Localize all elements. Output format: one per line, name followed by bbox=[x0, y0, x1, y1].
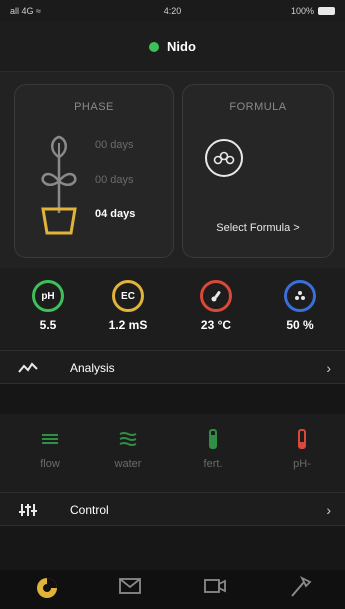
water-label: water bbox=[114, 458, 142, 470]
tab-dashboard[interactable] bbox=[27, 576, 67, 602]
phase-stage-flower: 00 days bbox=[95, 139, 134, 151]
phase-stage-vegetative: 00 days bbox=[95, 174, 134, 186]
status-bar: all 4G ≈ 4:20 100% bbox=[0, 0, 345, 22]
control-row[interactable]: Control › bbox=[0, 492, 345, 526]
tab-tools[interactable] bbox=[280, 576, 320, 602]
tab-bar bbox=[0, 570, 345, 609]
sensor-readings: pH 5.5 EC 1.2 mS 23 °C 50 % bbox=[0, 268, 345, 348]
select-formula-link[interactable]: Select Formula > bbox=[183, 222, 333, 234]
tools-icon bbox=[291, 576, 312, 597]
overview-cards: PHASE 00 days 00 days 04 days FORMULA Se… bbox=[0, 72, 345, 268]
ph-minus-icon bbox=[274, 428, 330, 450]
actuator-fertilizer[interactable]: fert. bbox=[185, 428, 241, 470]
device-header[interactable]: Nido bbox=[0, 22, 345, 72]
ph-minus-label: pH- bbox=[293, 458, 311, 470]
analysis-row[interactable]: Analysis › bbox=[0, 350, 345, 384]
section-spacer bbox=[0, 384, 345, 414]
sensor-temperature[interactable]: 23 °C bbox=[186, 280, 246, 332]
bottom-spacer bbox=[0, 526, 345, 570]
plant-growth-icon bbox=[41, 135, 77, 235]
trend-line-icon bbox=[18, 362, 38, 373]
sliders-icon bbox=[19, 504, 37, 516]
chevron-right-icon: › bbox=[326, 360, 331, 376]
battery-icon bbox=[318, 7, 335, 15]
sensor-ph[interactable]: pH 5.5 bbox=[18, 280, 78, 332]
thermometer-icon bbox=[200, 280, 232, 312]
sensor-ec[interactable]: EC 1.2 mS bbox=[98, 280, 158, 332]
tab-messages[interactable] bbox=[110, 576, 150, 602]
actuator-status: flow water fert. pH- bbox=[0, 414, 345, 492]
device-name: Nido bbox=[167, 39, 196, 54]
analysis-label: Analysis bbox=[70, 361, 115, 375]
dashboard-icon bbox=[37, 578, 57, 598]
ec-value: 1.2 mS bbox=[108, 318, 148, 332]
sensor-humidity[interactable]: 50 % bbox=[270, 280, 330, 332]
control-label: Control bbox=[70, 503, 109, 517]
ph-icon: pH bbox=[32, 280, 64, 312]
phase-card[interactable]: PHASE 00 days 00 days 04 days bbox=[14, 84, 174, 258]
humidity-value: 50 % bbox=[286, 318, 314, 332]
actuator-water[interactable]: water bbox=[100, 428, 156, 470]
fertilizer-label: fert. bbox=[203, 458, 223, 470]
ph-value: 5.5 bbox=[39, 318, 57, 332]
fertilizer-icon bbox=[185, 428, 241, 450]
mail-icon bbox=[119, 578, 141, 594]
formula-title: FORMULA bbox=[229, 101, 287, 113]
temperature-value: 23 °C bbox=[200, 318, 232, 332]
flow-label: flow bbox=[40, 458, 60, 470]
battery-percent: 100% bbox=[290, 6, 314, 16]
connection-status-dot bbox=[149, 41, 160, 52]
water-icon bbox=[100, 428, 156, 450]
tab-camera[interactable] bbox=[195, 576, 235, 602]
actuator-flow[interactable]: flow bbox=[22, 428, 78, 470]
humidity-icon bbox=[284, 280, 316, 312]
video-icon bbox=[204, 579, 226, 593]
phase-title: PHASE bbox=[74, 101, 114, 113]
ec-icon: EC bbox=[112, 280, 144, 312]
battery-indicator: 100% bbox=[291, 6, 335, 16]
phase-stage-seedling: 04 days bbox=[95, 208, 136, 220]
actuator-ph-minus[interactable]: pH- bbox=[274, 428, 330, 470]
molecule-icon bbox=[205, 139, 243, 177]
formula-card[interactable]: FORMULA Select Formula > bbox=[182, 84, 334, 258]
flow-icon bbox=[22, 428, 78, 450]
chevron-right-icon: › bbox=[326, 502, 331, 518]
